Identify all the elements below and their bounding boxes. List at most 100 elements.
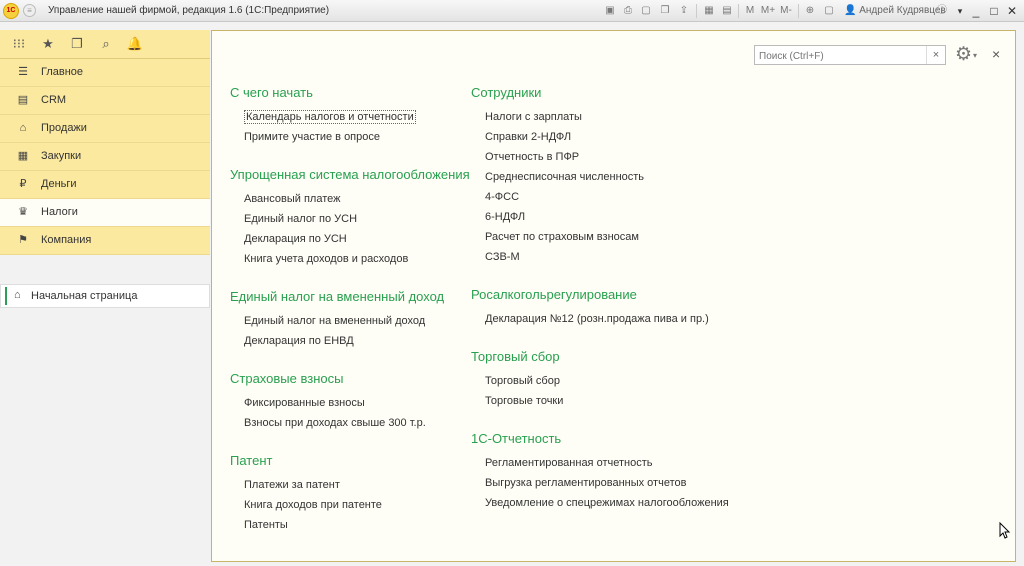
menu-link[interactable]: Взносы при доходах свыше 300 т.р.: [230, 413, 470, 433]
contacts-icon: ▤: [17, 94, 29, 106]
list-icon: ☰: [18, 66, 28, 78]
copy-icon[interactable]: ❐: [658, 3, 672, 19]
apps-icon[interactable]: ⁝⁝⁝: [10, 35, 28, 53]
clear-search-icon[interactable]: ×: [926, 46, 945, 64]
menu-link[interactable]: Регламентированная отчетность: [471, 453, 729, 473]
section-title: 1С-Отчетность: [471, 431, 562, 446]
window-icon[interactable]: ▢: [822, 3, 836, 19]
print-icon[interactable]: ⎙: [621, 3, 635, 19]
right-column: Сотрудники Налоги с зарплаты Справки 2-Н…: [471, 83, 729, 513]
history-icon[interactable]: ❐: [68, 35, 86, 53]
coin-icon: ₽: [19, 178, 27, 190]
sidebar-item-money[interactable]: ₽ Деньги: [0, 171, 210, 199]
section-title: Торговый сбор: [471, 349, 560, 364]
minimize-icon[interactable]: _: [968, 2, 984, 20]
sidebar-item-taxes[interactable]: ♛ Налоги: [0, 199, 210, 227]
taxes-section-page: × ⚙▾ × С чего начать Календарь налогов и…: [211, 30, 1016, 562]
flag-icon: ⚑: [18, 234, 28, 246]
spreadsheet-icon[interactable]: ▦: [702, 3, 716, 19]
boxes-icon: ▦: [17, 150, 29, 162]
section-title: Росалкогольрегулирование: [471, 287, 637, 302]
maximize-icon[interactable]: □: [986, 2, 1002, 20]
menu-link[interactable]: Декларация по УСН: [230, 229, 470, 249]
menu-link[interactable]: Календарь налогов и отчетности: [230, 107, 470, 127]
menu-link[interactable]: Торговый сбор: [471, 371, 729, 391]
sidebar-item-label: Налоги: [41, 206, 78, 218]
section-title: С чего начать: [230, 85, 313, 100]
menu-dropdown-icon[interactable]: ▾: [952, 2, 968, 20]
close-page-icon[interactable]: ×: [992, 46, 1000, 62]
settings-gear-icon[interactable]: ⚙ ▾: [955, 43, 977, 66]
upload-icon[interactable]: ⇪: [677, 3, 691, 19]
basket-icon: ⌂: [19, 122, 27, 134]
sidebar-item-crm[interactable]: ▤ CRM: [0, 87, 210, 115]
menu-link[interactable]: Авансовый платеж: [230, 189, 470, 209]
memory-plus-button[interactable]: M+: [760, 3, 776, 19]
open-window-label: Начальная страница: [31, 290, 138, 302]
close-window-icon[interactable]: ✕: [1004, 2, 1020, 20]
sidebar-item-label: Закупки: [41, 150, 82, 162]
sidebar-item-glavnoe[interactable]: ☰ Главное: [0, 59, 210, 87]
menu-link[interactable]: Книга учета доходов и расходов: [230, 249, 470, 269]
calendar-icon[interactable]: ▤: [720, 3, 734, 19]
sidebar-item-label: Главное: [41, 66, 84, 78]
memory-minus-button[interactable]: M-: [779, 3, 793, 19]
search-icon[interactable]: ⌕: [97, 35, 115, 53]
star-icon[interactable]: ★: [39, 35, 57, 53]
menu-link[interactable]: Налоги с зарплаты: [471, 107, 729, 127]
menu-link[interactable]: Декларация по ЕНВД: [230, 331, 470, 351]
menu-link[interactable]: 6-НДФЛ: [471, 207, 729, 227]
section-title: Единый налог на вмененный доход: [230, 289, 445, 304]
user-name: Андрей Кудрявцев: [859, 5, 946, 16]
emblem-icon: ♛: [18, 206, 28, 218]
bell-icon[interactable]: 🔔: [126, 35, 144, 53]
home-icon: ⌂: [14, 289, 21, 301]
sidebar-item-label: CRM: [41, 94, 67, 106]
preview-icon[interactable]: ▢: [639, 3, 653, 19]
section-title: Сотрудники: [471, 85, 542, 100]
menu-link[interactable]: Выгрузка регламентированных отчетов: [471, 473, 729, 493]
menu-link[interactable]: Декларация №12 (розн.продажа пива и пр.): [471, 309, 729, 329]
active-marker: [5, 287, 7, 305]
menu-link[interactable]: 4-ФСС: [471, 187, 729, 207]
memory-m-button[interactable]: M: [744, 3, 756, 19]
1c-logo-icon[interactable]: 1С: [3, 3, 19, 19]
sidebar-item-label: Деньги: [41, 178, 77, 190]
sidebar-toolbar: ⁝⁝⁝ ★ ❐ ⌕ 🔔: [0, 30, 210, 59]
sidebar-item-purchases[interactable]: ▦ Закупки: [0, 143, 210, 171]
current-user[interactable]: 👤 Андрей Кудрявцев: [844, 5, 946, 16]
mouse-cursor-icon: [999, 522, 1011, 539]
menu-link[interactable]: СЗВ-М: [471, 247, 729, 267]
menu-link[interactable]: Книга доходов при патенте: [230, 495, 470, 515]
info-icon[interactable]: ⓘ: [935, 3, 949, 19]
sidebar-item-sales[interactable]: ⌂ Продажи: [0, 115, 210, 143]
title-bar: 1С ≡ Управление нашей фирмой, редакция 1…: [0, 0, 1024, 22]
sidebar-item-label: Продажи: [41, 122, 87, 134]
sections-panel: ⁝⁝⁝ ★ ❐ ⌕ 🔔 ☰ Главное ▤ CRM ⌂ Продажи ▦ …: [0, 30, 210, 562]
section-title: Страховые взносы: [230, 371, 344, 386]
search-box: ×: [754, 45, 946, 65]
left-column: С чего начать Календарь налогов и отчетн…: [230, 83, 470, 535]
menu-link[interactable]: Уведомление о спецрежимах налогообложени…: [471, 493, 729, 513]
search-input[interactable]: [757, 47, 931, 65]
menu-link[interactable]: Патенты: [230, 515, 470, 535]
section-title: Патент: [230, 453, 273, 468]
menu-link[interactable]: Справки 2-НДФЛ: [471, 127, 729, 147]
open-window-home[interactable]: ⌂ Начальная страница: [0, 284, 210, 308]
save-icon[interactable]: ▣: [603, 3, 617, 19]
menu-link[interactable]: Примите участие в опросе: [230, 127, 470, 147]
menu-link[interactable]: Платежи за патент: [230, 475, 470, 495]
menu-link[interactable]: Единый налог по УСН: [230, 209, 470, 229]
section-title: Упрощенная система налогообложения: [230, 167, 470, 182]
zoom-icon[interactable]: ⊕: [803, 3, 817, 19]
window-title: Управление нашей фирмой, редакция 1.6 (1…: [48, 5, 330, 16]
sidebar-item-label: Компания: [41, 234, 92, 246]
main-menu-icon[interactable]: ≡: [23, 4, 36, 17]
sidebar-item-company[interactable]: ⚑ Компания: [0, 227, 210, 255]
menu-link[interactable]: Торговые точки: [471, 391, 729, 411]
menu-link[interactable]: Расчет по страховым взносам: [471, 227, 729, 247]
menu-link[interactable]: Отчетность в ПФР: [471, 147, 729, 167]
menu-link[interactable]: Единый налог на вмененный доход: [230, 311, 470, 331]
menu-link[interactable]: Фиксированные взносы: [230, 393, 470, 413]
menu-link[interactable]: Среднесписочная численность: [471, 167, 729, 187]
